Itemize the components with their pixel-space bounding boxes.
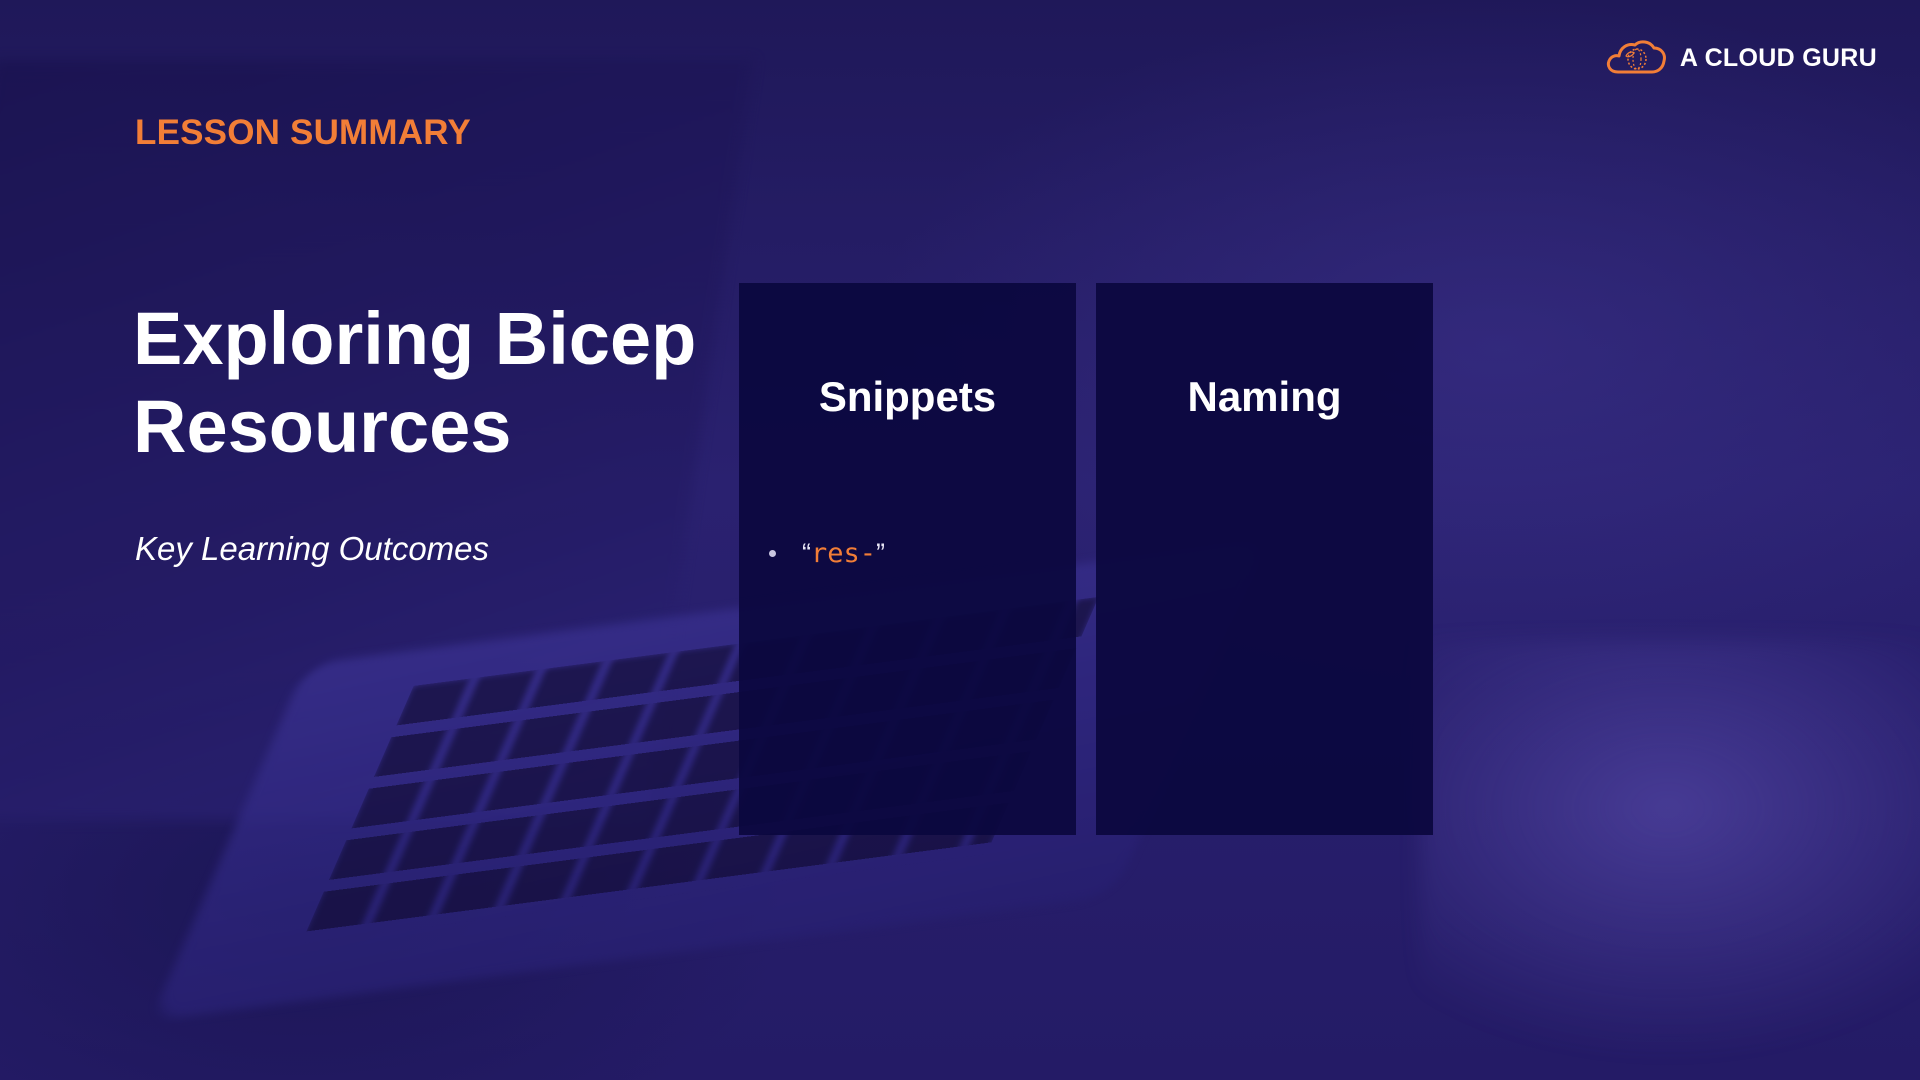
card-heading: Naming xyxy=(1187,373,1342,420)
snippet-code: res- xyxy=(811,538,877,569)
open-quote: “ xyxy=(802,538,811,568)
close-quote: ” xyxy=(876,538,886,568)
slide-title: Exploring Bicep Resources xyxy=(133,297,697,468)
card-list: “ res- ” xyxy=(769,538,885,569)
brand-name: A CLOUD GURU xyxy=(1679,43,1877,72)
card-naming: Naming xyxy=(1096,283,1433,835)
section-label: LESSON SUMMARY xyxy=(135,113,471,152)
card-snippets: Snippets “ res- ” xyxy=(739,283,1076,835)
slide-subtitle: Key Learning Outcomes xyxy=(135,530,490,567)
cloud-logo-icon xyxy=(1606,40,1666,74)
hand-blur xyxy=(1420,640,1920,1060)
bullet-icon xyxy=(769,550,776,557)
list-item: “ res- ” xyxy=(769,538,885,569)
brand-logo: A CLOUD GURU xyxy=(1604,38,1877,78)
card-heading: Snippets xyxy=(818,373,997,420)
